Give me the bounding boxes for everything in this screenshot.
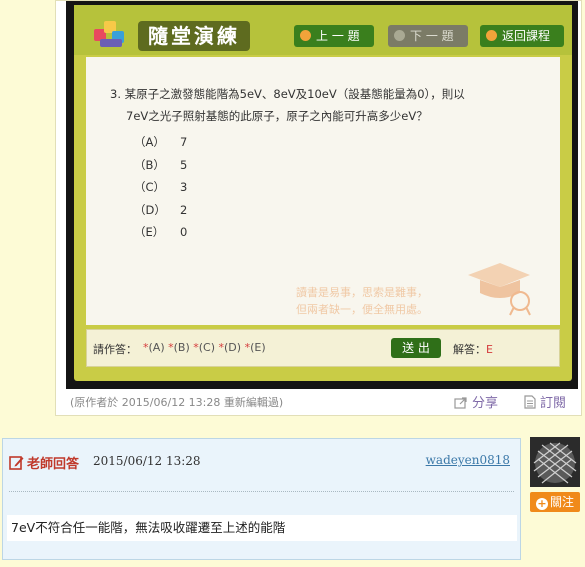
- return-course-button[interactable]: 返回課程: [480, 25, 564, 47]
- next-arrow-icon: [394, 30, 405, 41]
- answer-text: 7eV不符合任一能階，無法吸收躍遷至上述的能階: [7, 515, 517, 541]
- choice-list: （A） 7 （B） 5 （C） 3 （D） 2 （E） 0: [134, 131, 187, 244]
- teacher-answer-label: 老師回答: [27, 457, 80, 472]
- divider: [9, 491, 514, 492]
- subscribe-label: 訂閱: [540, 396, 567, 411]
- answer-option[interactable]: (E): [250, 341, 266, 354]
- username-link[interactable]: wadeyen0818: [426, 453, 510, 467]
- subscribe-button[interactable]: 訂閱: [524, 392, 566, 411]
- next-question-label: 下 一 題: [410, 29, 454, 43]
- teacher-answer-card: 老師回答 2015/06/12 13:28 wadeyen0818 7eV不符合…: [2, 438, 521, 560]
- follow-label: 關注: [549, 495, 574, 509]
- question-line-2: 7eV之光子照射基態的此原子，原子之內能可升高多少eV？: [126, 109, 428, 123]
- teacher-answer-tag: 老師回答: [9, 453, 79, 472]
- answer-option[interactable]: (A): [149, 341, 165, 354]
- question-line-1: 某原子之激發態能階為5eV、8eV及10eV（設基態能量為0），則以: [124, 87, 465, 101]
- answer-options: *(A) *(B) *(C) *(D) *(E): [143, 341, 266, 354]
- answer-prompt: 請作答：: [93, 343, 137, 356]
- answer-option[interactable]: (B): [174, 341, 190, 354]
- answer-option[interactable]: (C): [199, 341, 215, 354]
- answer-key-label: 解答：: [453, 343, 486, 356]
- answer-key-value: E: [486, 343, 493, 356]
- choice-item[interactable]: （E） 0: [134, 221, 187, 244]
- answer-key: 解答：E: [453, 341, 493, 357]
- question-photo[interactable]: 隨堂演練 上 一 題 下 一 題 返回課程 3. 某原子之激發態能階為5eV、8…: [66, 1, 578, 389]
- question-text: 3. 某原子之激發態能階為5eV、8eV及10eV（設基態能量為0），則以 7e…: [110, 83, 550, 127]
- answer-option[interactable]: (D): [224, 341, 241, 354]
- choice-item[interactable]: （D） 2: [134, 199, 187, 222]
- edit-icon: [9, 456, 24, 470]
- answer-bar: 請作答： *(A) *(B) *(C) *(D) *(E) 送 出 解答：E: [86, 329, 560, 367]
- plus-icon: +: [535, 497, 548, 510]
- proverb-text: 讀書是易事，思索是難事， 但兩者缺一，便全無用處。: [296, 284, 428, 318]
- return-arrow-icon: [486, 30, 497, 41]
- document-icon: [524, 395, 536, 409]
- proverb-line-2: 但兩者缺一，便全無用處。: [296, 303, 428, 316]
- app-logo-icon: [94, 19, 128, 49]
- return-course-label: 返回課程: [502, 29, 551, 43]
- question-panel: 3. 某原子之激發態能階為5eV、8eV及10eV（設基態能量為0），則以 7e…: [86, 57, 560, 325]
- follow-button[interactable]: + 關注: [530, 492, 580, 512]
- prev-arrow-icon: [300, 30, 311, 41]
- submit-button[interactable]: 送 出: [391, 338, 441, 358]
- prev-question-button[interactable]: 上 一 題: [294, 25, 374, 47]
- app-title: 隨堂演練: [138, 21, 250, 51]
- question-photo-card: 隨堂演練 上 一 題 下 一 題 返回課程 3. 某原子之激發態能階為5eV、8…: [55, 0, 582, 416]
- avatar-image: [530, 437, 580, 487]
- avatar[interactable]: [530, 437, 580, 487]
- monitor-screen: 隨堂演練 上 一 題 下 一 題 返回課程 3. 某原子之激發態能階為5eV、8…: [74, 5, 572, 381]
- question-number: 3.: [110, 87, 121, 101]
- answer-timestamp: 2015/06/12 13:28: [93, 454, 201, 468]
- share-label: 分享: [472, 396, 499, 411]
- choice-item[interactable]: （A） 7: [134, 131, 187, 154]
- share-icon: [454, 397, 467, 409]
- graduation-cap-icon: [468, 263, 531, 316]
- share-button[interactable]: 分享: [454, 392, 498, 411]
- prev-question-label: 上 一 題: [316, 29, 360, 43]
- edit-note: (原作者於 2015/06/12 13:28 重新編輯過): [70, 396, 284, 409]
- choice-item[interactable]: （C） 3: [134, 176, 187, 199]
- choice-item[interactable]: （B） 5: [134, 154, 187, 177]
- screen-header: 隨堂演練 上 一 題 下 一 題 返回課程: [74, 5, 572, 55]
- next-question-button[interactable]: 下 一 題: [388, 25, 468, 47]
- proverb-line-1: 讀書是易事，思索是難事，: [296, 286, 428, 299]
